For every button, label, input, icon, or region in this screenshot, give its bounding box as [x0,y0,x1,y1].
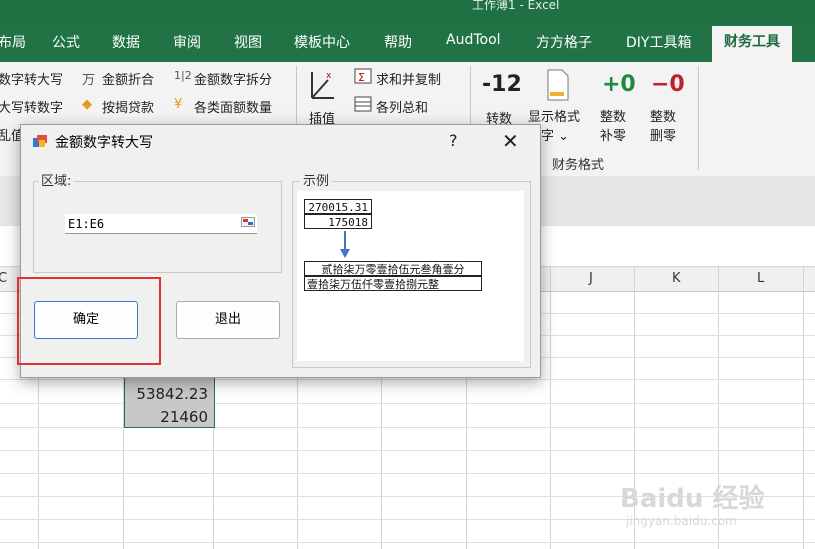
tab-finance-tools[interactable]: 财务工具 [712,26,792,62]
split-icon: 1|2 [174,69,192,82]
ribbon-column-sums[interactable]: 各列总和 [376,97,428,116]
remove-zero-icon: −0 [651,72,685,97]
svg-text:x: x [326,71,332,81]
exit-button[interactable]: 退出 [176,301,280,339]
grid-line [0,542,815,543]
range-input[interactable] [65,214,257,234]
ribbon-tabs: 布局 公式 数据 审阅 视图 模板中心 帮助 AudTool 方方格子 DIY工… [0,22,815,62]
example-text-1: 贰拾柒万零壹拾伍元叁角壹分 [304,261,482,276]
baidu-watermark: Baidu 经验 [620,484,765,514]
tab-help[interactable]: 帮助 [384,32,412,52]
grid-line [0,403,815,404]
grid-line [550,266,551,549]
dialog-title: 金额数字转大写 [55,135,153,151]
example-preview: 270015.31 175018 贰拾柒万零壹拾伍元叁角壹分 壹拾柒万伍仟零壹拾… [297,191,524,361]
insert-axis-icon: x [311,71,334,99]
group-label-finance-format: 财务格式 [552,158,605,173]
example-text-2: 壹拾柒万伍仟零壹拾捌元整 [304,276,482,291]
display-format-icon [547,69,569,101]
tab-layout[interactable]: 布局 [0,32,26,52]
col-header-j[interactable]: J [589,271,593,286]
range-picker-icon[interactable] [241,217,255,227]
grid-line [0,427,815,428]
col-header-c[interactable]: C [0,271,7,286]
tab-fangfang-grid[interactable]: 方方格子 [536,32,592,52]
col-header-l[interactable]: L [757,271,764,286]
wan-icon: 万 [82,73,96,88]
col-header-k[interactable]: K [672,271,681,286]
tab-data[interactable]: 数据 [112,32,140,52]
ribbon-num-to-upper[interactable]: 数字转大写 [0,69,63,88]
tab-view[interactable]: 视图 [234,32,262,52]
ribbon-upper-to-num[interactable]: 大写转数字 [0,97,63,116]
column-sum-icon [354,96,372,112]
cell-e6[interactable]: 21460 [124,408,208,426]
example-number-1: 270015.31 [304,199,372,214]
down-arrow-icon [340,231,350,258]
grid-line [0,473,815,474]
tab-audtool[interactable]: AudTool [446,32,501,48]
ribbon-pad-zero[interactable]: 整数 补零 [600,108,626,146]
baidu-watermark-url: jingyan.baidu.com [626,514,737,528]
grid-line [0,450,815,451]
grid-line [803,266,804,549]
tab-diy-toolbox[interactable]: DIY工具箱 [626,32,691,52]
house-icon: ◆ [82,97,92,112]
tab-template-center[interactable]: 模板中心 [294,32,350,52]
ribbon-denominations[interactable]: 各类面额数量 [194,97,272,116]
window-title: 工作薄1 - Excel [472,0,560,12]
tab-review[interactable]: 审阅 [173,32,201,52]
ribbon-amount-split[interactable]: 金额数字拆分 [194,69,272,88]
ok-button-highlight [17,277,161,365]
range-label: 区域: [38,170,75,189]
to-number-icon: -12 [482,72,522,97]
ribbon-amount-convert[interactable]: 金额折合 [102,69,154,88]
example-number-2: 175018 [304,214,372,229]
ribbon-remove-zero[interactable]: 整数 删零 [650,108,676,146]
svg-text:Σ: Σ [358,71,365,84]
cell-e5[interactable]: 53842.23 [124,385,208,403]
help-button[interactable]: ? [449,131,458,150]
title-bar: 工作薄1 - Excel [0,0,815,22]
grid-line [0,379,815,380]
ribbon-separator [698,66,699,170]
example-label: 示例 [300,170,333,189]
yen-icon: ¥ [174,97,183,112]
tab-formulas[interactable]: 公式 [52,32,80,52]
app-icon [33,135,47,147]
pad-zero-icon: +0 [602,72,636,97]
ribbon-mortgage[interactable]: 按揭贷款 [102,97,154,116]
ribbon-sum-copy[interactable]: 求和并复制 [376,69,441,88]
sum-copy-icon: Σ [354,68,372,84]
close-button[interactable]: ✕ [502,129,519,153]
